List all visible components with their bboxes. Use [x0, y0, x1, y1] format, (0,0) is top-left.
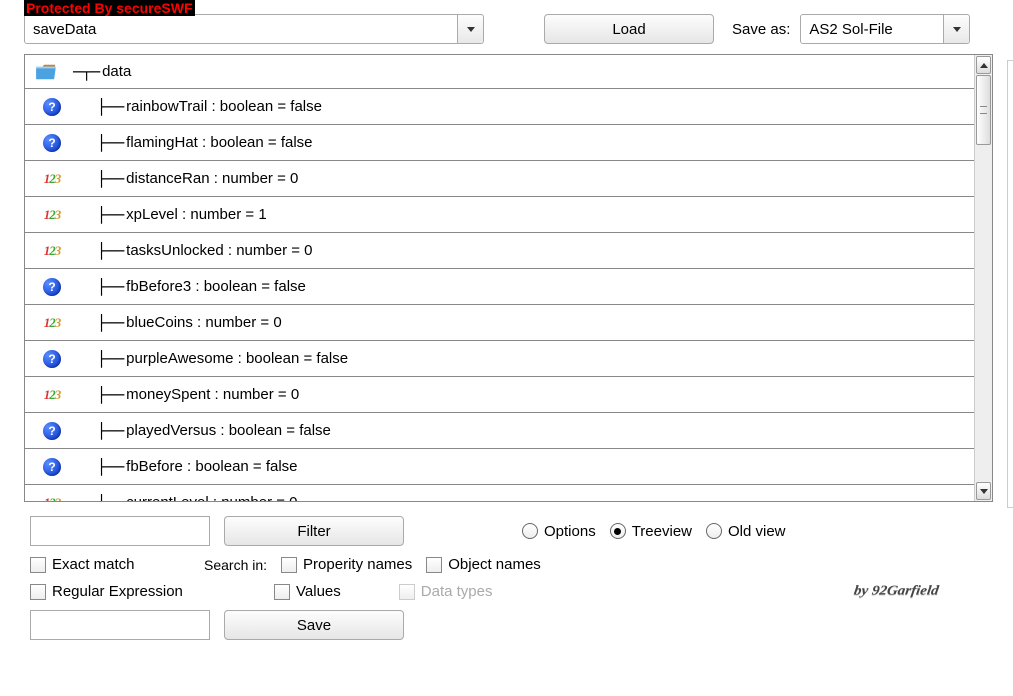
save-name-input[interactable]: [30, 610, 210, 640]
treeview-radio[interactable]: Treeview: [610, 523, 692, 540]
tree-row[interactable]: ? ├──rainbowTrail : boolean = false: [25, 89, 974, 125]
filter-panel: Filter Options Treeview Old view Exact m…: [0, 502, 1013, 640]
scrollbar-track[interactable]: [975, 75, 992, 481]
tree-connector: ├──: [79, 386, 124, 404]
object-names-label: Object names: [448, 556, 541, 573]
tree-row-label: playedVersus : boolean = false: [126, 422, 331, 439]
tree-root-label: data: [102, 63, 131, 80]
tree-row-label: tasksUnlocked : number = 0: [126, 242, 312, 259]
object-names-checkbox[interactable]: Object names: [426, 556, 541, 573]
tree-row[interactable]: 123 ├──moneySpent : number = 0: [25, 377, 974, 413]
tree-row-label: rainbowTrail : boolean = false: [126, 98, 322, 115]
vertical-scrollbar[interactable]: [974, 55, 992, 501]
tree-row-label: distanceRan : number = 0: [126, 170, 298, 187]
boolean-icon: ?: [41, 458, 63, 476]
save-name-text: saveData: [25, 21, 457, 38]
tree-row[interactable]: ? ├──playedVersus : boolean = false: [25, 413, 974, 449]
tree-row[interactable]: ? ├──fbBefore3 : boolean = false: [25, 269, 974, 305]
credit-label: by 92Garfield: [853, 584, 940, 599]
tree-row[interactable]: 123 ├──tasksUnlocked : number = 0: [25, 233, 974, 269]
tree-connector: ├──: [79, 170, 124, 188]
number-icon: 123: [41, 170, 63, 188]
property-names-checkbox[interactable]: Properity names: [281, 556, 412, 573]
values-checkbox[interactable]: Values: [274, 583, 341, 600]
boolean-icon: ?: [41, 422, 63, 440]
chevron-down-icon[interactable]: [943, 15, 969, 43]
exact-match-label: Exact match: [52, 556, 135, 573]
save-name-dropdown[interactable]: saveData: [24, 14, 484, 44]
tree-root-row[interactable]: ─┬─data: [25, 55, 974, 89]
tree-row-label: xpLevel : number = 1: [126, 206, 267, 223]
data-types-checkbox: Data types: [399, 583, 493, 600]
tree-connector: ├──: [79, 314, 124, 332]
tree-connector: ├──: [79, 206, 124, 224]
save-button[interactable]: Save: [224, 610, 404, 640]
search-in-label: Search in:: [204, 557, 267, 573]
options-radio[interactable]: Options: [522, 523, 596, 540]
tree-view: ─┬─data? ├──rainbowTrail : boolean = fal…: [24, 54, 993, 502]
folder-icon: [35, 63, 57, 81]
tree-row[interactable]: ? ├──flamingHat : boolean = false: [25, 125, 974, 161]
save-as-label: Save as:: [732, 21, 790, 38]
number-icon: 123: [41, 206, 63, 224]
oldview-radio-label: Old view: [728, 523, 786, 540]
options-radio-label: Options: [544, 523, 596, 540]
tree-row[interactable]: ? ├──fbBefore : boolean = false: [25, 449, 974, 485]
scroll-up-button[interactable]: [976, 56, 991, 74]
boolean-icon: ?: [41, 98, 63, 116]
number-icon: 123: [41, 494, 63, 502]
tree-row-label: purpleAwesome : boolean = false: [126, 350, 348, 367]
watermark-label: Protected By secureSWF: [24, 0, 195, 16]
tree-row[interactable]: ? ├──purpleAwesome : boolean = false: [25, 341, 974, 377]
scroll-down-button[interactable]: [976, 482, 991, 500]
tree-connector: ├──: [79, 422, 124, 440]
load-button[interactable]: Load: [544, 14, 714, 44]
save-as-dropdown[interactable]: AS2 Sol-File: [800, 14, 970, 44]
number-icon: 123: [41, 386, 63, 404]
tree-connector: ├──: [79, 278, 124, 296]
filter-button[interactable]: Filter: [224, 516, 404, 546]
boolean-icon: ?: [41, 278, 63, 296]
tree-row[interactable]: 123 ├──blueCoins : number = 0: [25, 305, 974, 341]
tree-row-label: blueCoins : number = 0: [126, 314, 282, 331]
save-as-text: AS2 Sol-File: [801, 21, 943, 38]
number-icon: 123: [41, 314, 63, 332]
tree-row-label: fbBefore3 : boolean = false: [126, 278, 306, 295]
tree-connector: ─┬─: [73, 63, 100, 81]
regex-checkbox[interactable]: Regular Expression: [30, 583, 260, 600]
number-icon: 123: [41, 242, 63, 260]
scrollbar-thumb[interactable]: [976, 75, 991, 145]
tree-row[interactable]: 123 ├──currentLevel : number = 0: [25, 485, 974, 501]
tree-connector: ├──: [79, 242, 124, 260]
tree-row-label: currentLevel : number = 0: [126, 494, 297, 501]
tree-connector: ├──: [79, 494, 124, 502]
tree-connector: ├──: [79, 98, 124, 116]
right-panel-sliver: [1007, 60, 1013, 508]
data-types-label: Data types: [421, 583, 493, 600]
property-names-label: Properity names: [303, 556, 412, 573]
tree-row-label: fbBefore : boolean = false: [126, 458, 297, 475]
values-label: Values: [296, 583, 341, 600]
filter-input[interactable]: [30, 516, 210, 546]
regex-label: Regular Expression: [52, 583, 183, 600]
tree-row-label: flamingHat : boolean = false: [126, 134, 312, 151]
tree-row-label: moneySpent : number = 0: [126, 386, 299, 403]
tree-row[interactable]: 123 ├──xpLevel : number = 1: [25, 197, 974, 233]
oldview-radio[interactable]: Old view: [706, 523, 786, 540]
tree-connector: ├──: [79, 458, 124, 476]
tree-connector: ├──: [79, 350, 124, 368]
boolean-icon: ?: [41, 350, 63, 368]
tree-row[interactable]: 123 ├──distanceRan : number = 0: [25, 161, 974, 197]
treeview-radio-label: Treeview: [632, 523, 692, 540]
exact-match-checkbox[interactable]: Exact match: [30, 556, 190, 573]
boolean-icon: ?: [41, 134, 63, 152]
chevron-down-icon[interactable]: [457, 15, 483, 43]
tree-connector: ├──: [79, 134, 124, 152]
